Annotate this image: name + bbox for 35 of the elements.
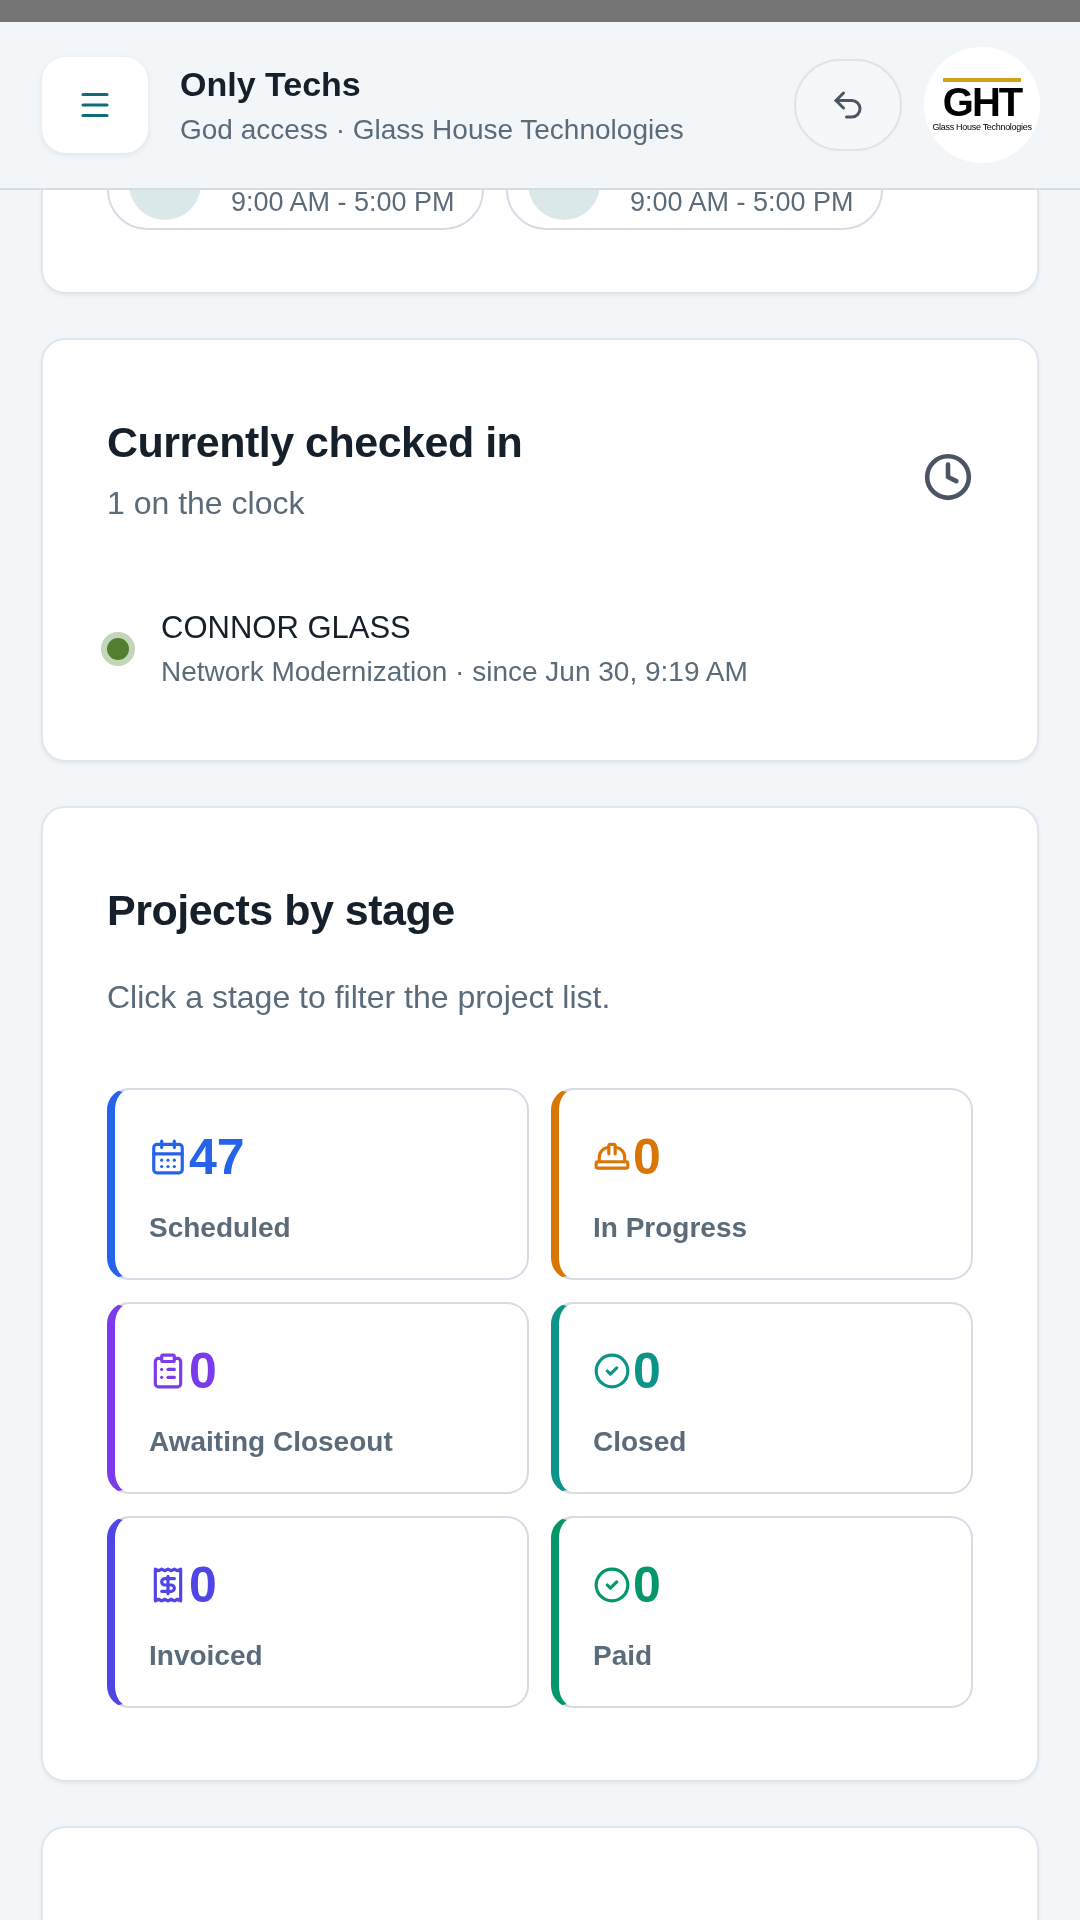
stage-tile[interactable]: 0 Paid	[551, 1516, 973, 1708]
logo-text: GHT	[942, 78, 1022, 122]
staff-pill[interactable]: 9:00 AM - 5:00 PM	[506, 190, 883, 230]
stage-tile[interactable]: 0 Closed	[551, 1302, 973, 1494]
stage-label: Closed	[593, 1426, 687, 1458]
stage-label: Scheduled	[149, 1212, 291, 1244]
stage-tile[interactable]: 0 Invoiced	[107, 1516, 529, 1708]
logo-tagline: Glass House Technologies	[932, 122, 1032, 132]
stage-tile[interactable]: 0 Awaiting Closeout	[107, 1302, 529, 1494]
person-detail: Network Modernization · since Jun 30, 9:19 AM	[161, 656, 748, 688]
hours-text: 9:00 AM - 5:00 PM	[231, 190, 455, 218]
stage-count: 0	[189, 1560, 217, 1610]
stage-count: 0	[633, 1346, 661, 1396]
stage-tile[interactable]: 47 Scheduled	[107, 1088, 529, 1280]
stage-tile[interactable]: 0 In Progress	[551, 1088, 973, 1280]
card-subtitle: 1 on the clock	[107, 485, 306, 522]
stage-label: Awaiting Closeout	[149, 1426, 393, 1458]
card-subtitle: Click a stage to filter the project list.	[107, 979, 612, 1016]
stage-label: In Progress	[593, 1212, 748, 1244]
stage-count: 47	[189, 1132, 245, 1182]
stage-label: Invoiced	[149, 1640, 263, 1672]
company-logo[interactable]: GHT Glass House Technologies	[924, 47, 1040, 163]
hours-text: 9:00 AM - 5:00 PM	[630, 190, 854, 218]
app-subtitle: God access · Glass House Technologies	[180, 113, 685, 146]
person-name: CONNOR GLASS	[161, 610, 412, 646]
card-title: Projects by stage	[107, 886, 456, 935]
stage-label: Paid	[593, 1640, 653, 1672]
menu-button[interactable]	[42, 57, 148, 153]
card-title: Currently checked in	[107, 418, 523, 467]
clock-icon	[923, 452, 973, 502]
staff-pill[interactable]: 9:00 AM - 5:00 PM	[107, 190, 484, 230]
stage-count: 0	[633, 1560, 661, 1610]
app-title: Only Techs	[180, 64, 362, 104]
stage-count: 0	[633, 1132, 661, 1182]
stage-count: 0	[189, 1346, 217, 1396]
